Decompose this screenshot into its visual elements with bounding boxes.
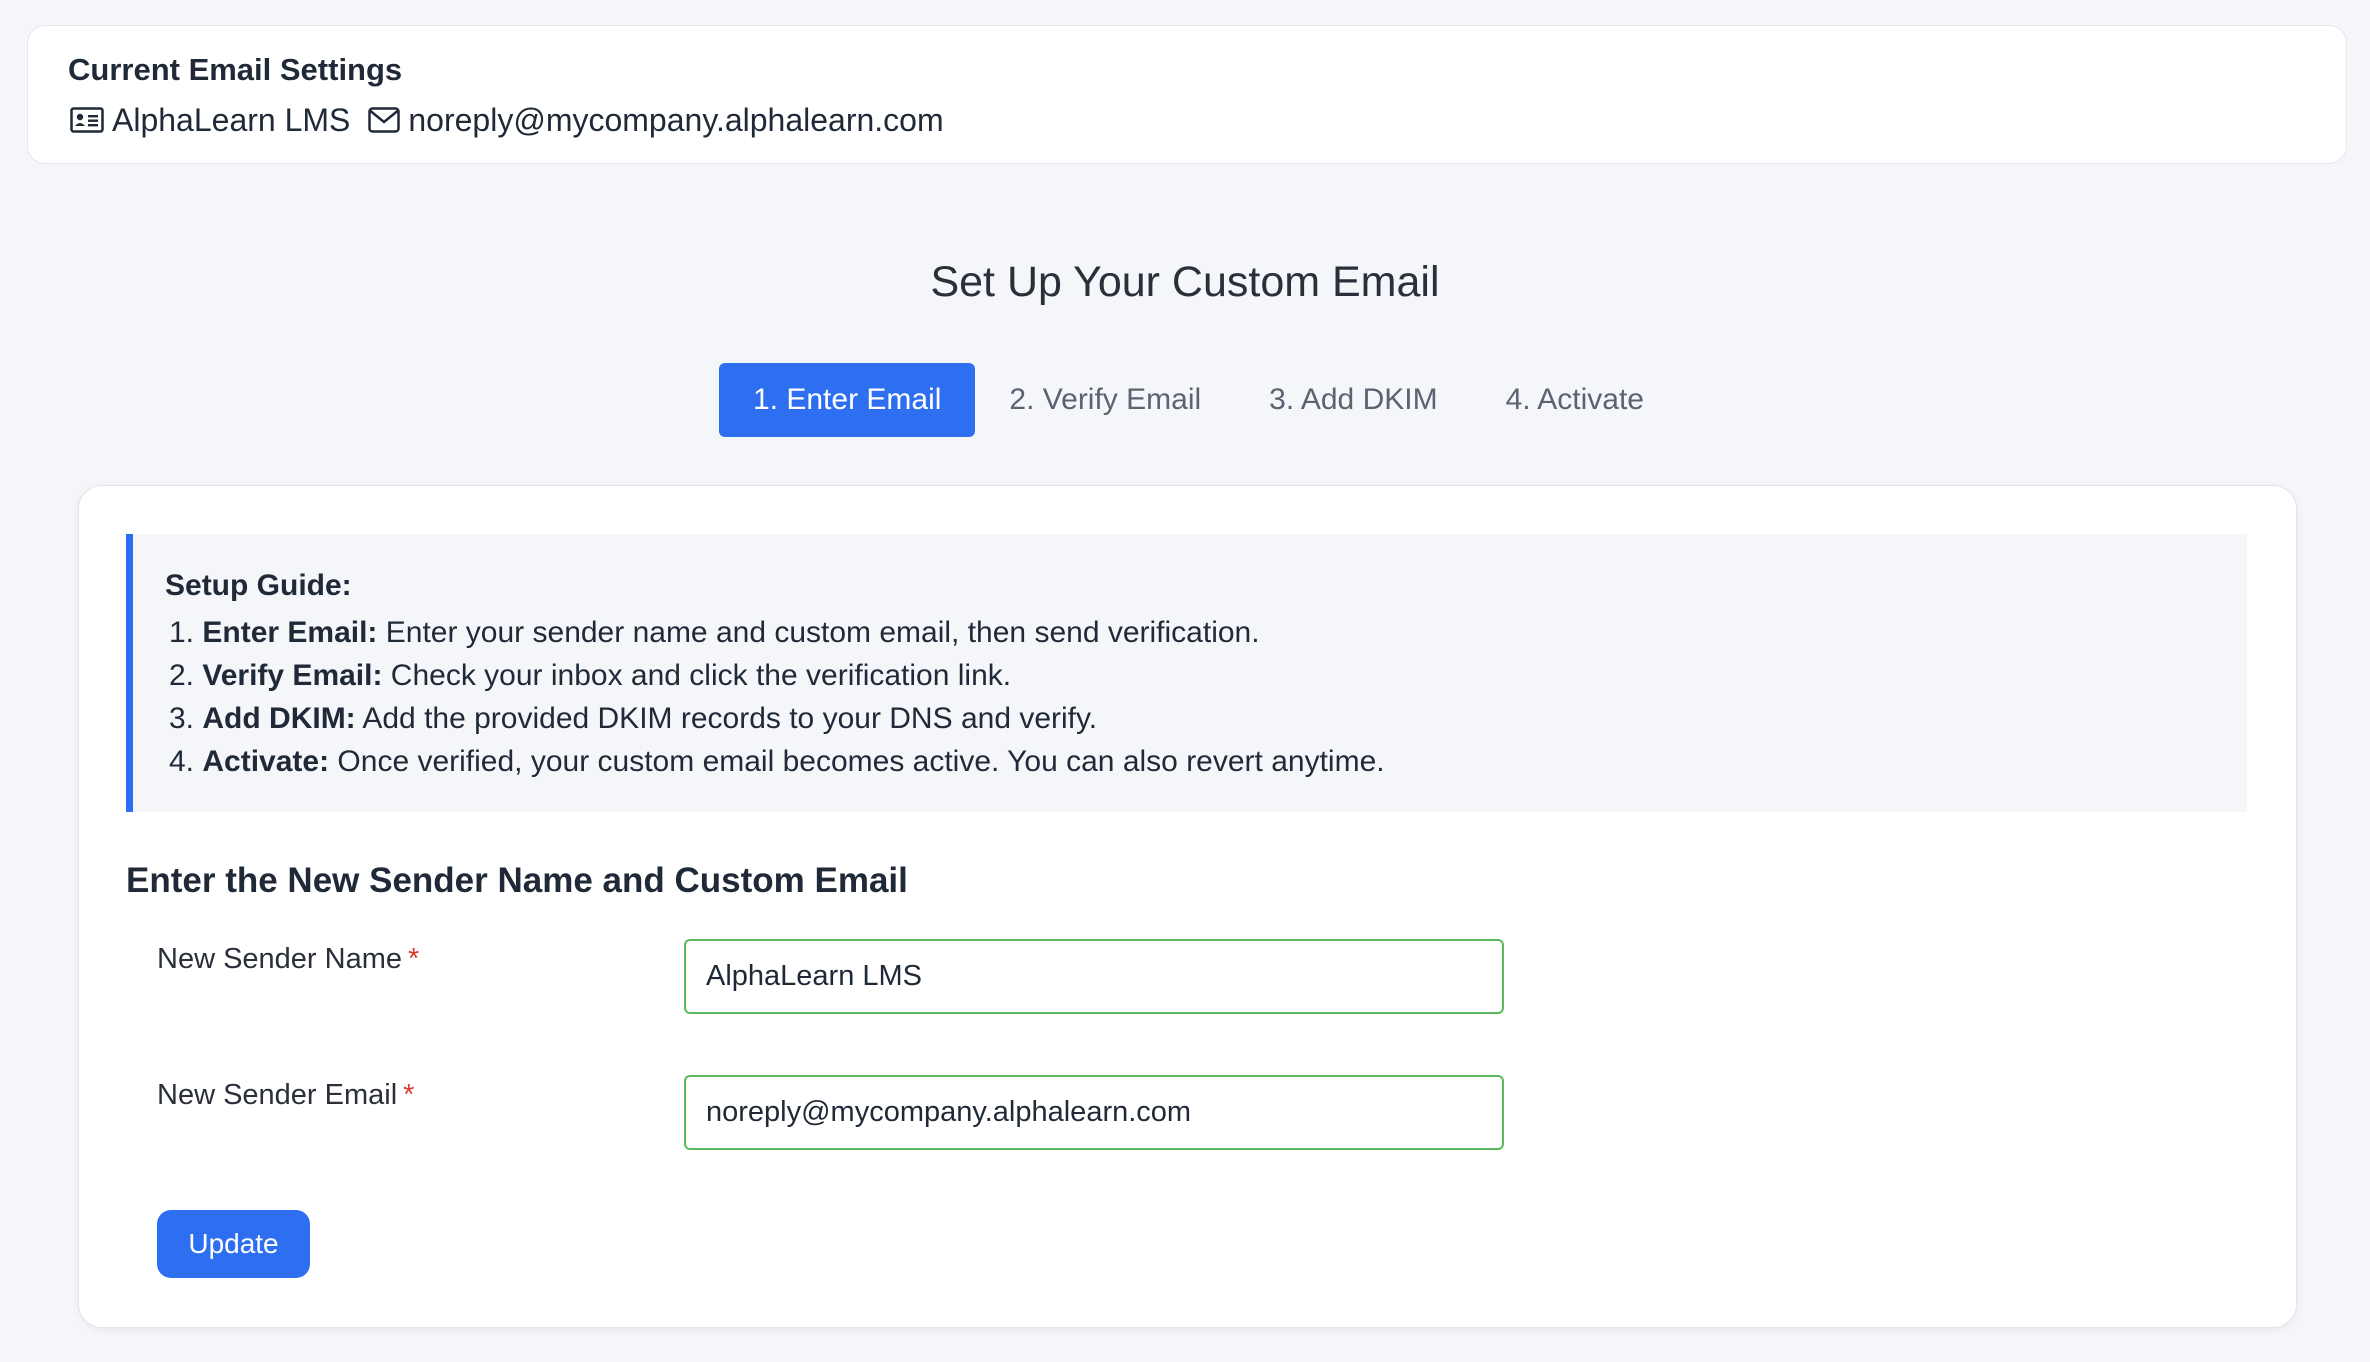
update-button[interactable]: Update: [157, 1210, 310, 1278]
current-email-settings-card: Current Email Settings AlphaLearn LMS no…: [27, 25, 2347, 164]
tab-activate[interactable]: 4. Activate: [1472, 363, 1678, 437]
tab-enter-email[interactable]: 1. Enter Email: [719, 363, 976, 437]
page-title: Set Up Your Custom Email: [930, 258, 1440, 306]
guide-item: 4. Activate: Once verified, your custom …: [169, 745, 1385, 778]
required-asterisk: *: [403, 1079, 415, 1111]
guide-item: 2. Verify Email: Check your inbox and cl…: [169, 659, 1012, 692]
current-sender-email: noreply@mycompany.alphalearn.com: [408, 101, 944, 138]
sender-email-label: New Sender Email *: [157, 1079, 415, 1111]
envelope-icon: [368, 107, 401, 133]
id-card-icon: [70, 107, 104, 133]
form-heading: Enter the New Sender Name and Custom Ema…: [126, 861, 908, 900]
setup-guide-title: Setup Guide:: [165, 569, 352, 602]
current-sender-name: AlphaLearn LMS: [112, 101, 351, 138]
tab-verify-email[interactable]: 2. Verify Email: [975, 363, 1235, 437]
guide-item: 3. Add DKIM: Add the provided DKIM recor…: [169, 702, 1098, 735]
setup-guide: Setup Guide: 1. Enter Email: Enter your …: [126, 534, 2247, 812]
current-settings-title: Current Email Settings: [68, 52, 403, 87]
setup-guide-list: 1. Enter Email: Enter your sender name a…: [169, 611, 1385, 783]
sender-email-input[interactable]: [684, 1075, 1504, 1150]
required-asterisk: *: [408, 943, 420, 975]
step-tabs: 1. Enter Email 2. Verify Email 3. Add DK…: [719, 363, 1678, 437]
current-settings-row: AlphaLearn LMS noreply@mycompany.alphale…: [70, 98, 944, 142]
tab-add-dkim[interactable]: 3. Add DKIM: [1235, 363, 1471, 437]
setup-card: Setup Guide: 1. Enter Email: Enter your …: [78, 485, 2297, 1328]
sender-name-label: New Sender Name *: [157, 943, 420, 975]
guide-item: 1. Enter Email: Enter your sender name a…: [169, 616, 1260, 649]
sender-name-input[interactable]: [684, 939, 1504, 1014]
